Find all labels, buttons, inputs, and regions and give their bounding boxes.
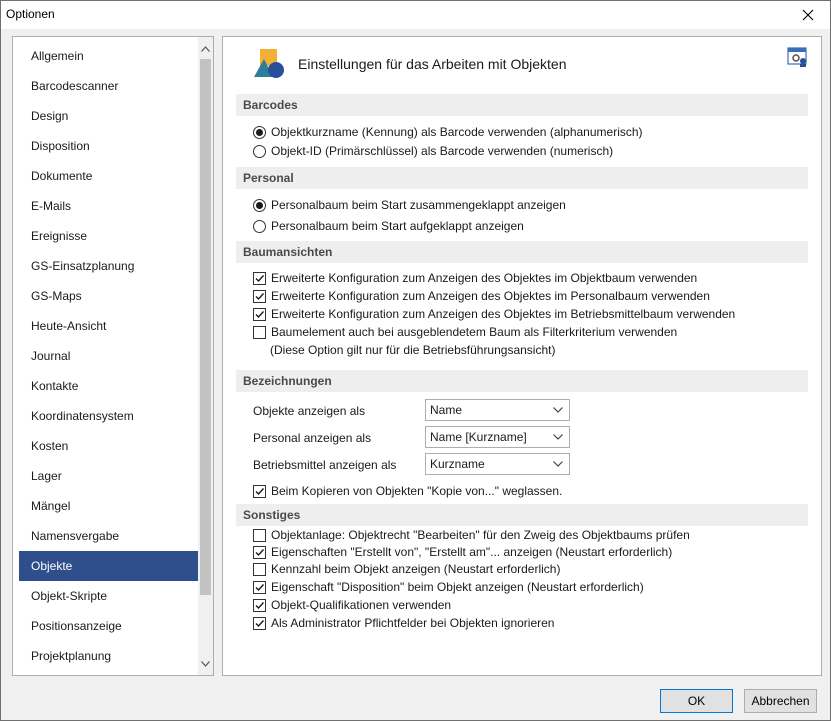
chevron-down-icon	[553, 407, 563, 413]
sidebar-item-dokumente[interactable]: Dokumente	[19, 161, 199, 191]
resources-display-select[interactable]: Kurzname	[425, 453, 570, 475]
radio-button[interactable]	[253, 219, 266, 233]
personal-collapsed-radio[interactable]: Personalbaum beim Start zusammengeklappt…	[253, 196, 566, 214]
misc-kennzahl-checkbox[interactable]: Kennzahl beim Objekt anzeigen (Neustart …	[253, 560, 560, 578]
personal-expanded-radio[interactable]: Personalbaum beim Start aufgeklappt anze…	[253, 217, 524, 235]
category-items: Allgemein Barcodescanner Design Disposition…	[19, 41, 199, 671]
section-tree-views: Baumansichten	[236, 241, 808, 263]
sidebar-item-projektplanung[interactable]: Projektplanung	[19, 641, 199, 671]
misc-objektrecht-checkbox[interactable]: Objektanlage: Objektrecht "Bearbeiten" f…	[253, 526, 690, 544]
sidebar-item-e-mails[interactable]: E-Mails	[19, 191, 199, 221]
checkmark-icon	[255, 601, 265, 609]
checkbox[interactable]	[253, 562, 266, 576]
ok-button[interactable]: OK	[660, 689, 733, 713]
sidebar-item-gs-einsatzplanung[interactable]: GS-Einsatzplanung	[19, 251, 199, 281]
checkmark-icon	[255, 619, 265, 627]
section-misc: Sonstiges	[236, 504, 808, 526]
misc-pflichtfelder-checkbox[interactable]: Als Administrator Pflichtfelder bei Obje…	[253, 614, 554, 632]
scroll-down-button[interactable]	[198, 656, 213, 671]
page-title: Einstellungen für das Arbeiten mit Objek…	[298, 56, 567, 72]
sidebar-item-allgemein[interactable]: Allgemein	[19, 41, 199, 71]
sidebar-item-mängel[interactable]: Mängel	[19, 491, 199, 521]
checkbox[interactable]	[253, 616, 266, 630]
barcode-shortname-radio[interactable]: Objektkurzname (Kennung) als Barcode ver…	[253, 123, 643, 141]
checkbox[interactable]	[253, 598, 266, 612]
category-list: Allgemein Barcodescanner Design Disposition…	[12, 36, 214, 676]
title-bar: Optionen	[1, 1, 830, 29]
checkmark-icon	[255, 583, 265, 591]
barcode-id-radio[interactable]: Objekt-ID (Primärschlüssel) als Barcode …	[253, 142, 613, 160]
personal-display-select[interactable]: Name [Kurzname]	[425, 426, 570, 448]
checkbox[interactable]	[253, 484, 266, 498]
section-personal: Personal	[236, 167, 808, 189]
scroll-up-button[interactable]	[198, 41, 213, 56]
radio-button[interactable]	[253, 144, 266, 158]
checkbox[interactable]	[253, 289, 266, 303]
misc-qualifikationen-checkbox[interactable]: Objekt-Qualifikationen verwenden	[253, 596, 451, 614]
objects-display-select[interactable]: Name	[425, 399, 570, 421]
sidebar-item-objekte[interactable]: Objekte	[19, 551, 199, 581]
chevron-up-icon	[201, 45, 210, 52]
sidebar-item-disposition[interactable]: Disposition	[19, 131, 199, 161]
personal-display-label: Personal anzeigen als	[253, 431, 372, 445]
section-labels: Bezeichnungen	[236, 370, 808, 392]
settings-panel: Einstellungen für das Arbeiten mit Objek…	[222, 36, 822, 676]
sidebar-item-koordinatensystem[interactable]: Koordinatensystem	[19, 401, 199, 431]
options-dialog: Optionen Allgemein Barcodescanner Design Di…	[0, 0, 831, 721]
sidebar-item-heute-ansicht[interactable]: Heute-Ansicht	[19, 311, 199, 341]
objects-display-label: Objekte anzeigen als	[253, 404, 366, 418]
radio-button[interactable]	[253, 125, 266, 139]
section-barcodes: Barcodes	[236, 94, 808, 116]
tree-betriebsmittel-checkbox[interactable]: Erweiterte Konfiguration zum Anzeigen de…	[253, 305, 735, 323]
sidebar-item-kosten[interactable]: Kosten	[19, 431, 199, 461]
sidebar-scrollbar[interactable]	[198, 37, 213, 675]
sidebar-item-lager[interactable]: Lager	[19, 461, 199, 491]
chevron-down-icon	[553, 461, 563, 467]
window-title: Optionen	[6, 7, 55, 21]
checkmark-icon	[255, 292, 265, 300]
radio-button[interactable]	[253, 198, 266, 212]
sidebar-item-barcodescanner[interactable]: Barcodescanner	[19, 71, 199, 101]
sidebar-item-design[interactable]: Design	[19, 101, 199, 131]
sidebar-item-kontakte[interactable]: Kontakte	[19, 371, 199, 401]
checkbox[interactable]	[253, 528, 266, 542]
checkbox[interactable]	[253, 325, 266, 339]
close-button[interactable]	[786, 1, 830, 29]
tree-personal-checkbox[interactable]: Erweiterte Konfiguration zum Anzeigen de…	[253, 287, 710, 305]
copy-prefix-checkbox[interactable]: Beim Kopieren von Objekten "Kopie von...…	[253, 482, 562, 500]
cancel-button[interactable]: Abbrechen	[744, 689, 817, 713]
sidebar-item-objekt-skripte[interactable]: Objekt-Skripte	[19, 581, 199, 611]
chevron-down-icon	[201, 660, 210, 667]
checkbox[interactable]	[253, 580, 266, 594]
tree-filter-checkbox[interactable]: Baumelement auch bei ausgeblendetem Baum…	[253, 323, 677, 341]
checkbox[interactable]	[253, 271, 266, 285]
misc-erstellt-checkbox[interactable]: Eigenschaften "Erstellt von", "Erstellt …	[253, 543, 672, 561]
checkbox[interactable]	[253, 545, 266, 559]
misc-disposition-checkbox[interactable]: Eigenschaft "Disposition" beim Objekt an…	[253, 578, 644, 596]
resources-display-label: Betriebsmittel anzeigen als	[253, 458, 397, 472]
sidebar-item-ereignisse[interactable]: Ereignisse	[19, 221, 199, 251]
tree-filter-note: (Diese Option gilt nur für die Betriebsf…	[270, 343, 556, 357]
sidebar-item-gs-maps[interactable]: GS-Maps	[19, 281, 199, 311]
tree-objekt-checkbox[interactable]: Erweiterte Konfiguration zum Anzeigen de…	[253, 269, 697, 287]
checkmark-icon	[255, 548, 265, 556]
chevron-down-icon	[553, 434, 563, 440]
checkmark-icon	[255, 310, 265, 318]
settings-window-icon[interactable]	[787, 46, 809, 68]
sidebar-item-journal[interactable]: Journal	[19, 341, 199, 371]
sidebar-item-positionsanzeige[interactable]: Positionsanzeige	[19, 611, 199, 641]
close-icon	[802, 9, 814, 21]
checkmark-icon	[255, 487, 265, 495]
scroll-thumb[interactable]	[200, 59, 211, 595]
checkbox[interactable]	[253, 307, 266, 321]
objects-shapes-icon	[254, 49, 284, 78]
checkmark-icon	[255, 274, 265, 282]
sidebar-item-namensvergabe[interactable]: Namensvergabe	[19, 521, 199, 551]
